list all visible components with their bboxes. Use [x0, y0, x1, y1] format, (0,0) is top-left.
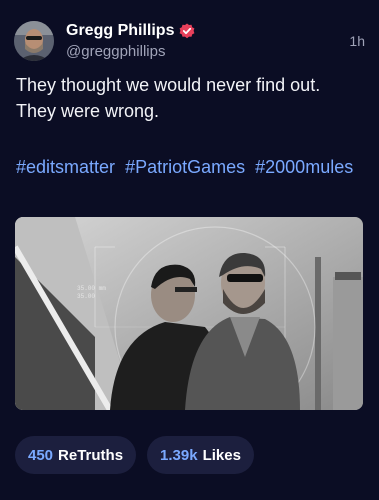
likes-label: Likes	[202, 446, 241, 464]
post-header: Gregg Phillips @greggphillips 1h	[14, 18, 365, 64]
overlay-readout: 35.00	[77, 293, 95, 300]
avatar[interactable]	[14, 21, 54, 61]
verified-badge-icon	[179, 23, 195, 39]
hashtag-list: #editsmatter #PatriotGames #2000mules	[16, 154, 361, 181]
hashtag-link[interactable]: #editsmatter	[16, 157, 115, 177]
name-row: Gregg Phillips	[66, 21, 195, 41]
post-media[interactable]: 35.00 mm 35.00	[15, 217, 363, 410]
truth-post: Gregg Phillips @greggphillips 1h They th…	[0, 0, 379, 500]
post-timestamp[interactable]: 1h	[349, 33, 365, 49]
retruth-label: ReTruths	[58, 446, 124, 464]
video-still-image: 35.00 mm 35.00	[15, 217, 363, 410]
hashtag-link[interactable]: #2000mules	[255, 157, 353, 177]
author-handle[interactable]: @greggphillips	[66, 42, 195, 62]
likes-count: 1.39k	[160, 446, 198, 464]
display-name[interactable]: Gregg Phillips	[66, 21, 174, 41]
retruth-button[interactable]: 450 ReTruths	[15, 436, 137, 474]
likes-button[interactable]: 1.39k Likes	[147, 436, 254, 474]
post-actions: 450 ReTruths 1.39k Likes	[15, 436, 254, 474]
post-text: They thought we would never find out. Th…	[16, 75, 321, 121]
avatar-image	[14, 21, 54, 61]
overlay-readout: 35.00 mm	[77, 285, 106, 292]
hashtag-link[interactable]: #PatriotGames	[125, 157, 245, 177]
author-info: Gregg Phillips @greggphillips	[66, 21, 195, 62]
retruth-count: 450	[28, 446, 54, 464]
